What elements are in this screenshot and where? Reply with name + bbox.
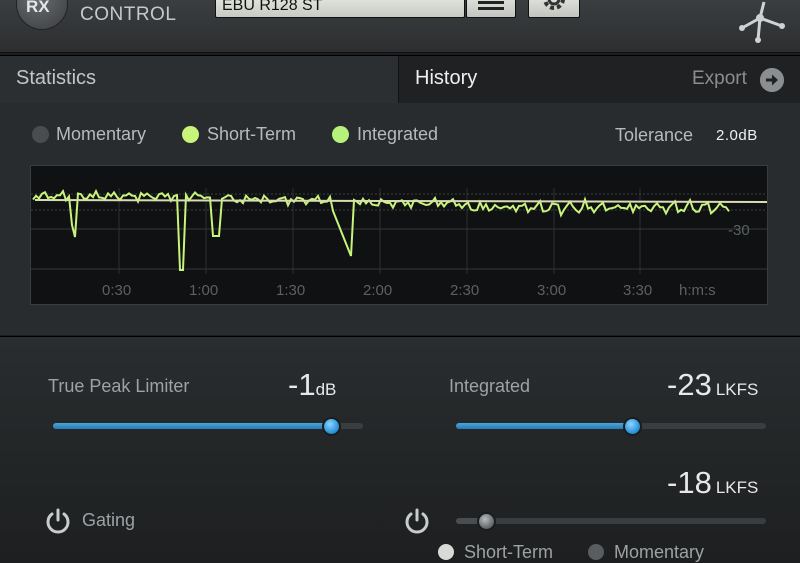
axis-label-minus30: -30 — [728, 222, 750, 239]
true-peak-slider[interactable] — [53, 423, 363, 429]
integrated-target-label: Integrated — [449, 376, 531, 396]
gear-icon — [543, 0, 565, 10]
short-term-target-unit: LKFS — [715, 478, 759, 497]
product-label: CONTROL — [80, 4, 177, 25]
short-term-target-number: -18 — [667, 465, 712, 500]
gating-label: Gating — [82, 510, 136, 530]
export-button[interactable]: Export — [692, 68, 747, 90]
legend-momentary-label: Momentary — [56, 124, 147, 144]
true-peak-slider-handle[interactable] — [322, 417, 341, 436]
time-tick-label: 2:30 — [450, 282, 479, 299]
integrated-target-value: -23 LKFS — [667, 367, 758, 403]
hamburger-icon — [478, 1, 504, 10]
axis-unit-label: h:m:s — [679, 282, 716, 299]
legend-short-term-dot[interactable] — [182, 126, 199, 143]
integrated-target-slider[interactable] — [456, 423, 766, 429]
radio-short-term[interactable] — [438, 544, 454, 560]
tab-history[interactable]: History — [400, 56, 700, 103]
radio-momentary[interactable] — [588, 544, 604, 560]
time-tick-label: 3:00 — [537, 282, 566, 299]
short-term-slider-handle[interactable] — [477, 512, 496, 531]
true-peak-slider-fill — [53, 423, 332, 429]
loudness-history-graph[interactable]: 0:30 1:00 1:30 2:00 2:30 3:00 3:30 -30 h:m:s — [30, 165, 768, 305]
time-tick-label: 1:30 — [276, 282, 305, 299]
integrated-target-unit: LKFS — [715, 380, 759, 399]
legend-short-term-label: Short-Term — [207, 124, 297, 144]
short-term-target-slider[interactable] — [456, 518, 766, 524]
settings-button[interactable] — [528, 0, 580, 18]
tolerance-value[interactable]: 2.0dB — [716, 127, 758, 144]
short-term-target-value: -18 LKFS — [667, 465, 758, 501]
true-peak-value: -1dB — [288, 367, 336, 403]
tab-statistics[interactable]: Statistics — [0, 56, 399, 103]
rx-logo-text: RX — [26, 0, 50, 16]
true-peak-unit: dB — [315, 380, 337, 399]
tab-history-label: History — [415, 67, 478, 89]
short-term-power-icon[interactable] — [403, 507, 431, 535]
history-plot: 0:30 1:00 1:30 2:00 2:30 3:00 3:30 -30 h:m:s — [31, 188, 767, 299]
time-tick-label: 2:00 — [363, 282, 392, 299]
legend-integrated-dot[interactable] — [332, 126, 349, 143]
true-peak-label: True Peak Limiter — [48, 376, 190, 396]
short-term-trace — [32, 188, 730, 271]
time-tick-label: 0:30 — [102, 282, 131, 299]
integrated-slider-fill — [456, 423, 633, 429]
tripod-icon — [739, 1, 785, 43]
time-tick-label: 3:30 — [623, 282, 652, 299]
tab-statistics-label: Statistics — [16, 67, 97, 89]
true-peak-number: -1 — [288, 367, 316, 402]
legend-momentary-dot[interactable] — [32, 126, 49, 143]
arrow-right-icon[interactable] — [760, 68, 784, 92]
legend-integrated-label: Integrated — [357, 124, 439, 144]
integrated-slider-handle[interactable] — [622, 417, 642, 436]
preset-menu-button[interactable] — [466, 0, 516, 18]
app-header: RX CONTROL EBU R128 ST — [0, 0, 800, 53]
time-tick-label: 1:00 — [189, 282, 218, 299]
integrated-line — [34, 199, 767, 203]
integrated-target-number: -23 — [667, 367, 712, 402]
tolerance-label: Tolerance — [615, 125, 694, 145]
preset-name-field[interactable]: EBU R128 ST — [215, 0, 465, 18]
tab-bar: Statistics History Export — [0, 55, 800, 104]
gating-power-icon[interactable] — [44, 507, 72, 535]
